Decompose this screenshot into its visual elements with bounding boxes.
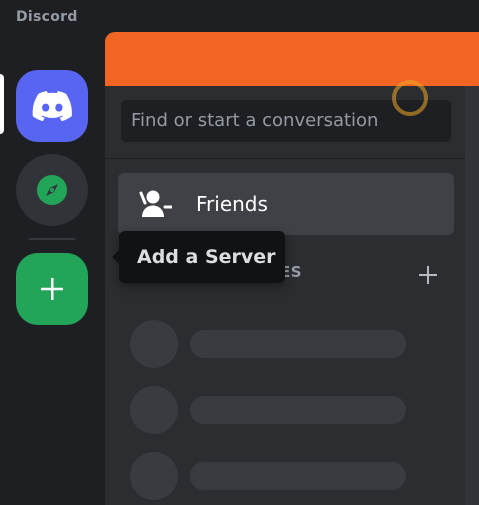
placeholder-avatar	[130, 452, 178, 500]
person-wave-icon	[139, 190, 172, 217]
explore-servers-button[interactable]	[16, 154, 88, 226]
discord-logo-icon	[32, 91, 72, 121]
placeholder-name	[190, 396, 406, 424]
server-rail	[0, 32, 105, 505]
compass-icon	[37, 175, 67, 205]
placeholder-name	[190, 462, 406, 490]
create-dm-icon[interactable]	[417, 264, 439, 286]
add-server-button[interactable]	[16, 253, 88, 325]
discord-wordmark: Discord	[16, 9, 78, 25]
plus-icon	[41, 278, 63, 300]
dm-placeholder-row	[130, 320, 410, 368]
selected-indicator	[0, 74, 4, 134]
rail-separator	[29, 238, 75, 240]
home-button[interactable]	[16, 70, 88, 142]
notice-banner	[105, 32, 479, 86]
friends-label: Friends	[196, 192, 268, 216]
placeholder-name	[190, 330, 406, 358]
dm-placeholder-row	[130, 386, 410, 434]
friends-nav-item[interactable]: Friends	[118, 173, 454, 235]
content-edge	[465, 86, 479, 505]
loading-spinner	[392, 80, 428, 116]
placeholder-avatar	[130, 320, 178, 368]
placeholder-avatar	[130, 386, 178, 434]
dm-placeholder-row	[130, 452, 410, 500]
add-server-tooltip: Add a Server	[112, 231, 285, 283]
